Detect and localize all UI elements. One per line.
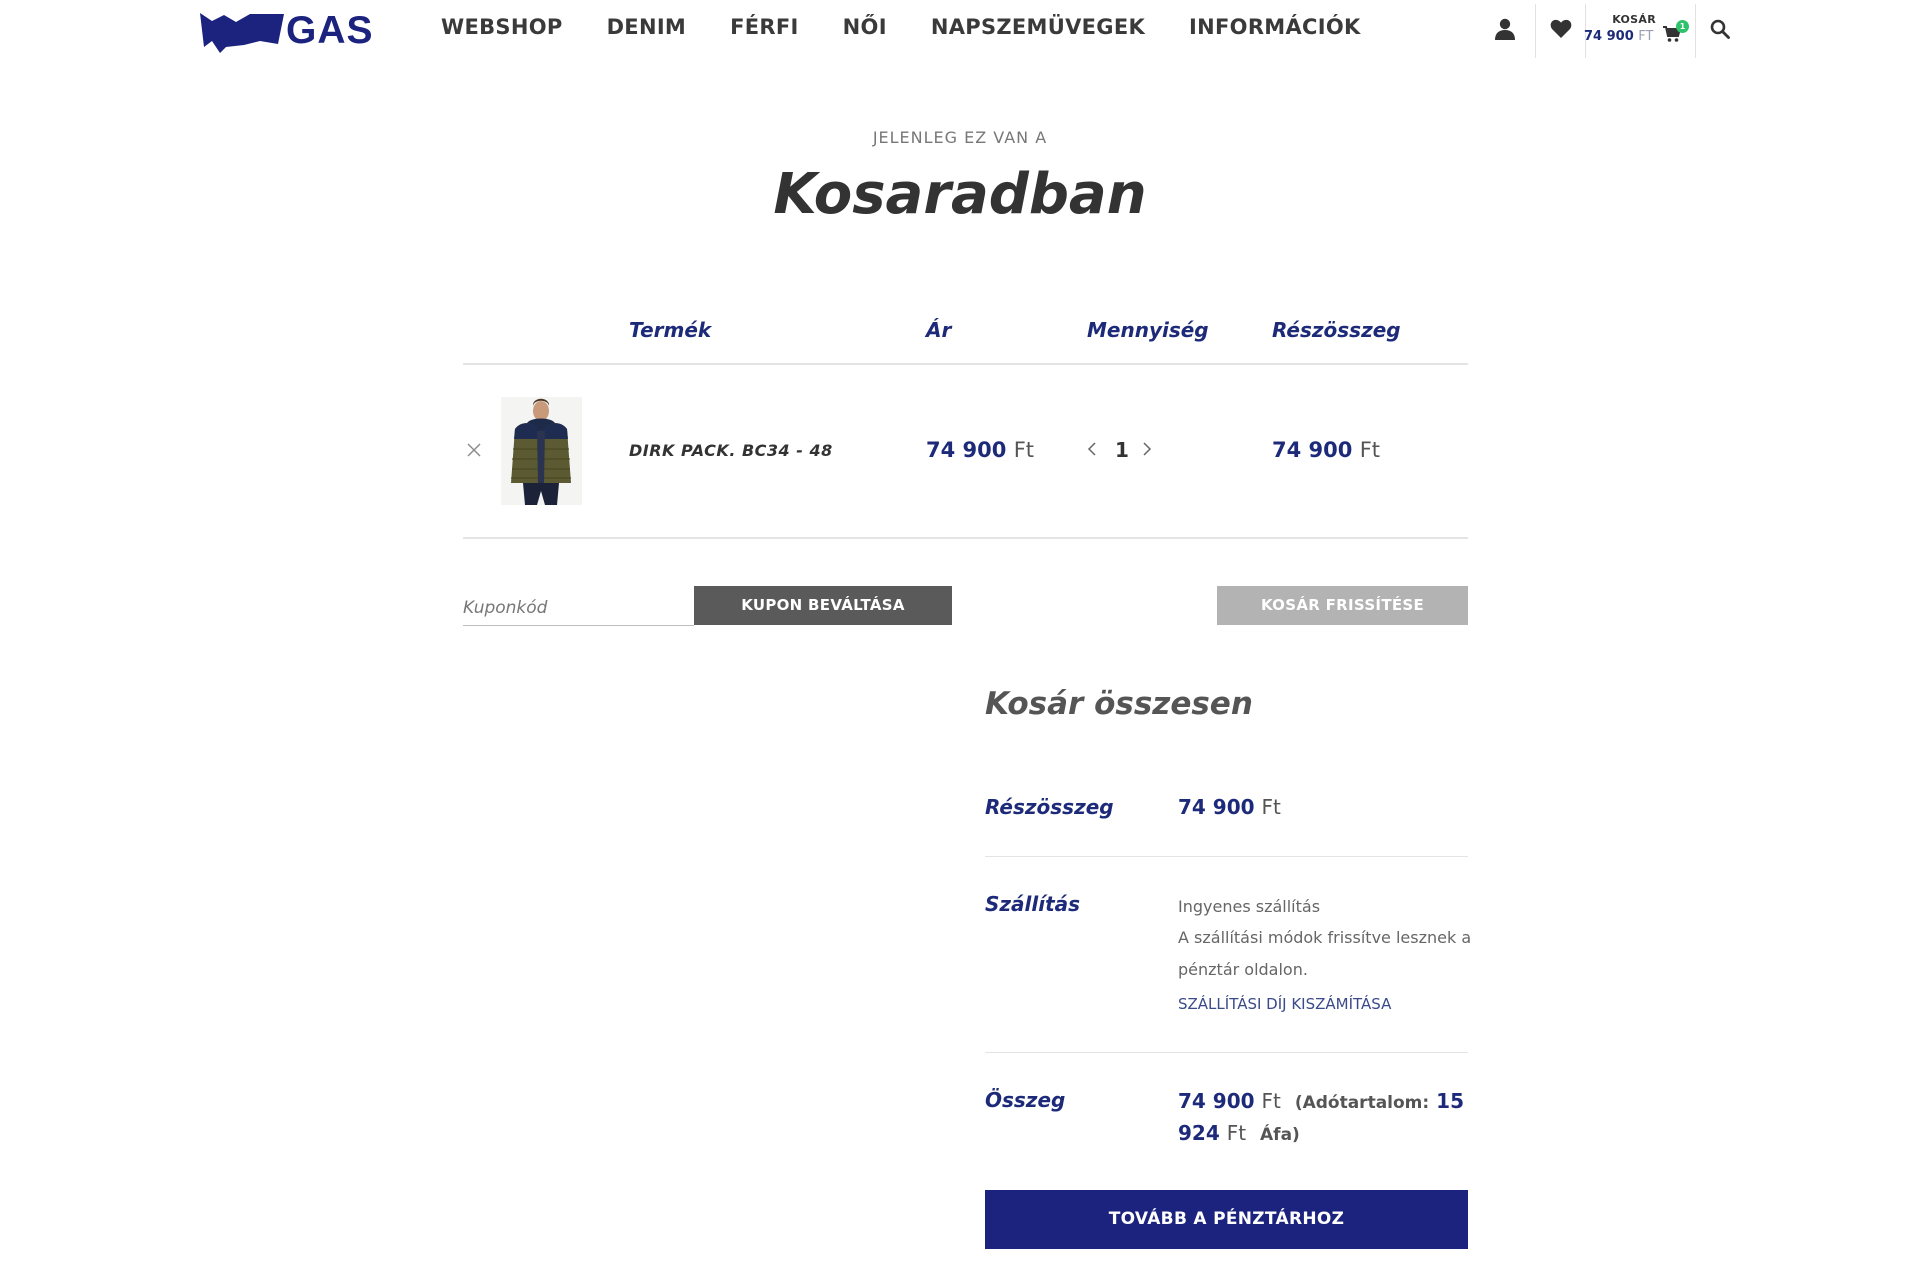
totals-divider: [985, 856, 1468, 857]
nav-noi[interactable]: NŐI: [843, 15, 887, 39]
header-divider: [1535, 4, 1536, 58]
nav-webshop[interactable]: WEBSHOP: [441, 15, 563, 39]
remove-item-button[interactable]: [463, 439, 485, 461]
totals-subtotal-value: 74 900 Ft: [1178, 795, 1281, 819]
table-divider: [463, 363, 1468, 365]
brand-logo[interactable]: GAS: [200, 7, 400, 53]
coupon-code-input[interactable]: [463, 590, 694, 626]
update-cart-button[interactable]: KOSÁR FRISSÍTÉSE: [1217, 586, 1468, 625]
main-nav: WEBSHOP DENIM FÉRFI NŐI NAPSZEMÜVEGEK IN…: [441, 15, 1405, 39]
totals-subtotal-label: Részösszeg: [985, 795, 1114, 819]
svg-text:GAS: GAS: [286, 9, 374, 52]
nav-napszemuvegek[interactable]: NAPSZEMÜVEGEK: [931, 15, 1145, 39]
chevron-left-icon: [1087, 442, 1096, 456]
column-header-quantity: Mennyiség: [1087, 318, 1209, 342]
jacket-product-image: [501, 397, 582, 505]
remove-icon: [467, 443, 481, 457]
proceed-to-checkout-button[interactable]: TOVÁBB A PÉNZTÁRHOZ: [985, 1190, 1468, 1249]
search-button[interactable]: [1700, 0, 1740, 58]
mini-cart[interactable]: KOSÁR 74 900 FT 1: [1584, 13, 1689, 47]
shipping-calculator-link[interactable]: SZÁLLÍTÁSI DÍJ KISZÁMÍTÁSA: [1178, 995, 1391, 1013]
heart-icon: [1550, 19, 1572, 38]
product-thumbnail[interactable]: [501, 397, 582, 505]
user-icon: [1495, 18, 1515, 40]
chevron-right-icon: [1143, 442, 1152, 456]
quantity-value[interactable]: 1: [1115, 438, 1129, 462]
page-subtitle: JELENLEG EZ VAN A: [872, 128, 1048, 147]
quantity-decrease-button[interactable]: [1086, 438, 1098, 466]
page-title: Kosaradban: [773, 162, 1147, 227]
table-divider: [463, 537, 1468, 539]
wishlist-button[interactable]: [1537, 0, 1585, 58]
totals-tax-line: 924 Ft Áfa): [1178, 1121, 1300, 1145]
totals-divider: [985, 1052, 1468, 1053]
nav-denim[interactable]: DENIM: [607, 15, 687, 39]
mini-cart-label: KOSÁR: [1612, 13, 1656, 26]
apply-coupon-button[interactable]: KUPON BEVÁLTÁSA: [694, 586, 952, 625]
quantity-increase-button[interactable]: [1141, 438, 1153, 466]
account-button[interactable]: [1490, 0, 1520, 58]
column-header-subtotal: Részösszeg: [1272, 318, 1401, 342]
shipping-note-line2: pénztár oldalon.: [1178, 960, 1308, 979]
cart-totals-title: Kosár összesen: [985, 686, 1253, 722]
shipping-note-line1: A szállítási módok frissítve lesznek a: [1178, 928, 1472, 947]
totals-total-label: Összeg: [985, 1088, 1066, 1112]
search-icon: [1710, 19, 1730, 39]
totals-total-value: 74 900 Ft (Adótartalom: 15: [1178, 1089, 1464, 1113]
site-header: GAS WEBSHOP DENIM FÉRFI NŐI NAPSZEMÜVEGE…: [0, 0, 1920, 62]
nav-ferfi[interactable]: FÉRFI: [730, 15, 799, 39]
item-price: 74 900 Ft: [926, 438, 1035, 462]
totals-shipping-label: Szállítás: [985, 892, 1081, 916]
gas-logo-icon: GAS: [200, 9, 374, 53]
column-header-product: Termék: [629, 318, 712, 342]
cart-count-badge: 1: [1676, 20, 1689, 33]
item-subtotal: 74 900 Ft: [1272, 438, 1381, 462]
mini-cart-total: 74 900 FT: [1584, 29, 1654, 44]
nav-informaciok[interactable]: INFORMÁCIÓK: [1189, 15, 1361, 39]
product-name-link[interactable]: DIRK PACK. BC34 - 48: [629, 441, 833, 460]
header-divider: [1695, 4, 1696, 58]
shipping-method: Ingyenes szállítás: [1178, 897, 1321, 916]
column-header-price: Ár: [926, 318, 952, 342]
